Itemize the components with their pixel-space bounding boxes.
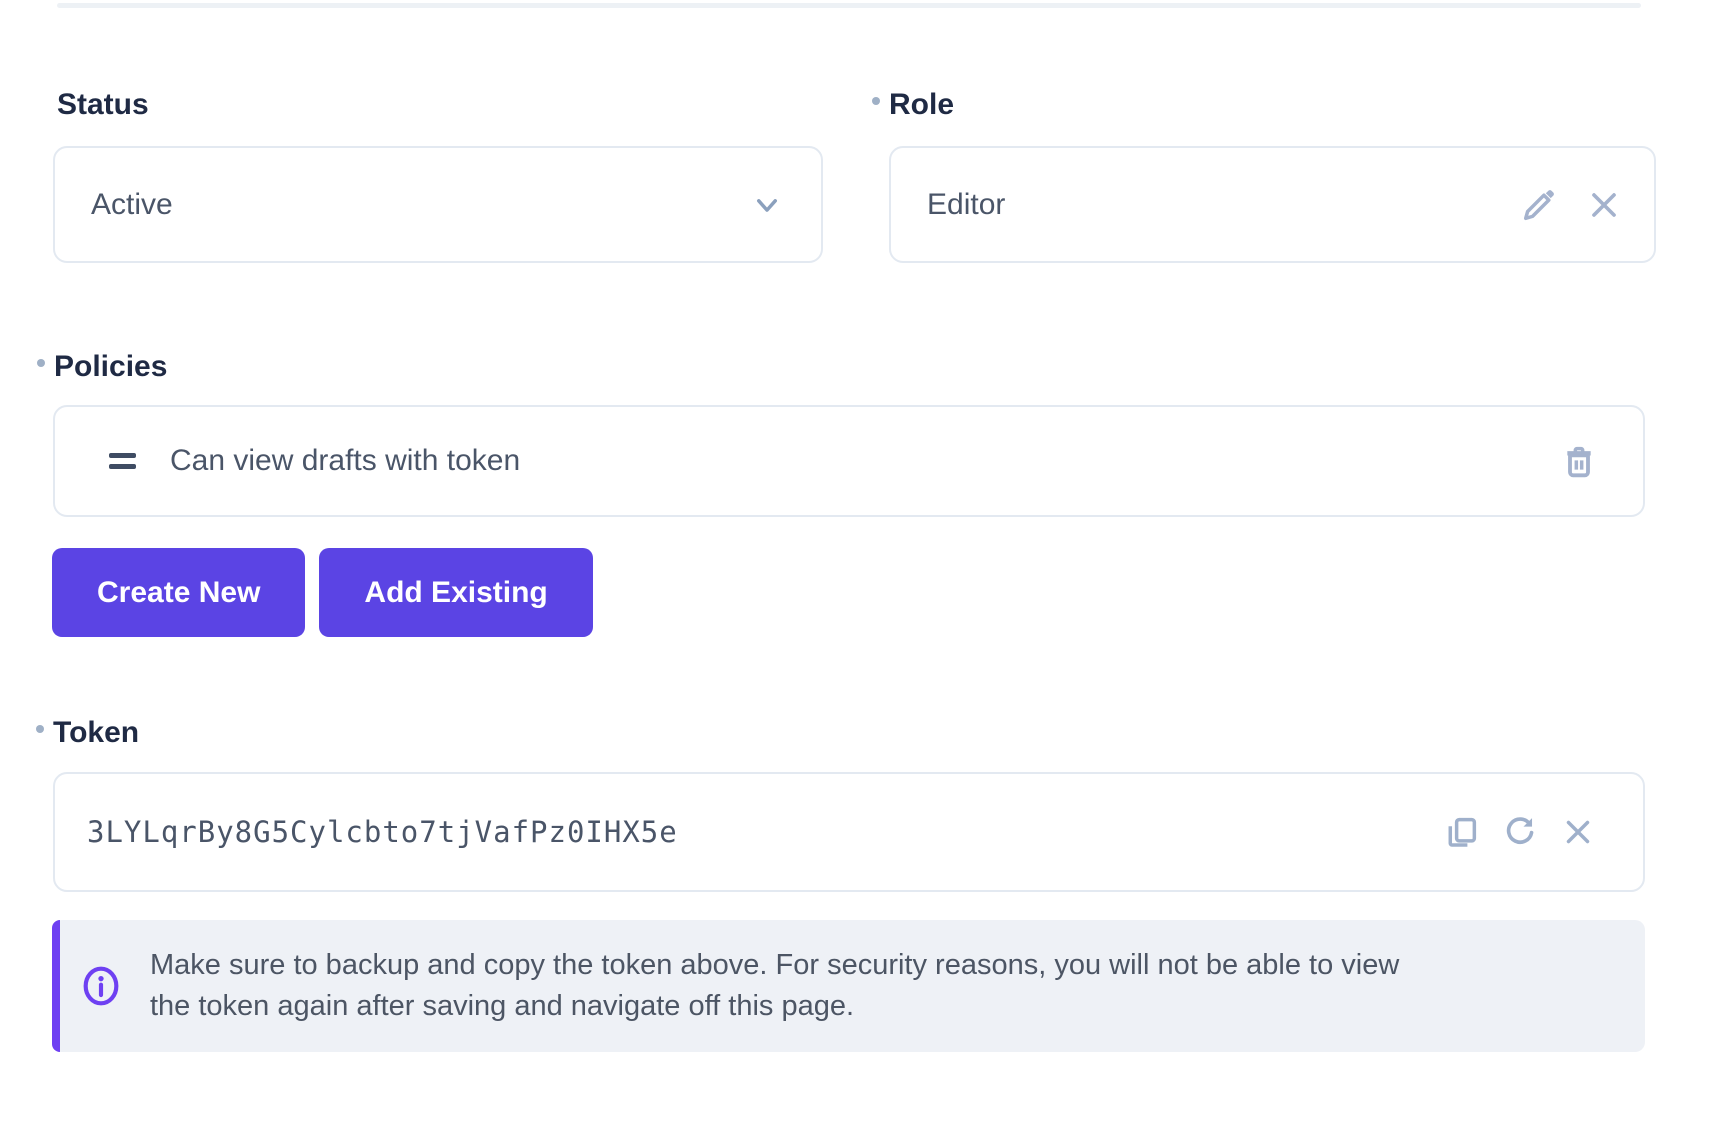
policy-title: Can view drafts with token xyxy=(170,444,520,478)
policy-list-item: Can view drafts with token xyxy=(53,405,1645,517)
status-label: Status xyxy=(57,88,149,122)
create-new-button[interactable]: Create New xyxy=(52,548,305,637)
notice-accent-bar xyxy=(52,920,60,1052)
token-label: Token xyxy=(53,716,139,750)
drag-handle-icon[interactable] xyxy=(109,453,136,469)
copy-icon[interactable] xyxy=(1443,813,1481,851)
close-icon[interactable] xyxy=(1559,813,1597,851)
pencil-icon[interactable] xyxy=(1518,184,1560,226)
policy-actions: Create New Add Existing xyxy=(52,548,593,637)
security-notice: Make sure to backup and copy the token a… xyxy=(52,920,1645,1052)
token-field: 3LYLqrBy8G5Cylcbto7tjVafPz0IHX5e xyxy=(53,772,1645,892)
notice-line-2: the token again after saving and navigat… xyxy=(150,986,1399,1027)
refresh-icon[interactable] xyxy=(1501,813,1539,851)
token-value: 3LYLqrBy8G5Cylcbto7tjVafPz0IHX5e xyxy=(87,815,678,849)
add-existing-button[interactable]: Add Existing xyxy=(319,548,592,637)
policies-label: Policies xyxy=(54,350,167,384)
trash-icon[interactable] xyxy=(1559,441,1599,481)
notice-text: Make sure to backup and copy the token a… xyxy=(150,945,1399,1027)
required-dot xyxy=(37,359,45,367)
role-value: Editor xyxy=(927,188,1005,222)
notice-line-1: Make sure to backup and copy the token a… xyxy=(150,945,1399,986)
role-label: Role xyxy=(889,88,954,122)
status-value: Active xyxy=(91,188,173,222)
info-icon xyxy=(52,964,150,1008)
user-token-form: Status Active Role Editor Policies xyxy=(0,0,1736,1132)
close-icon[interactable] xyxy=(1584,185,1624,225)
status-select[interactable]: Active xyxy=(53,146,823,263)
role-field: Editor xyxy=(889,146,1656,263)
required-dot xyxy=(872,97,880,105)
required-dot xyxy=(36,725,44,733)
chevron-down-icon xyxy=(749,187,785,223)
section-divider xyxy=(57,3,1641,8)
